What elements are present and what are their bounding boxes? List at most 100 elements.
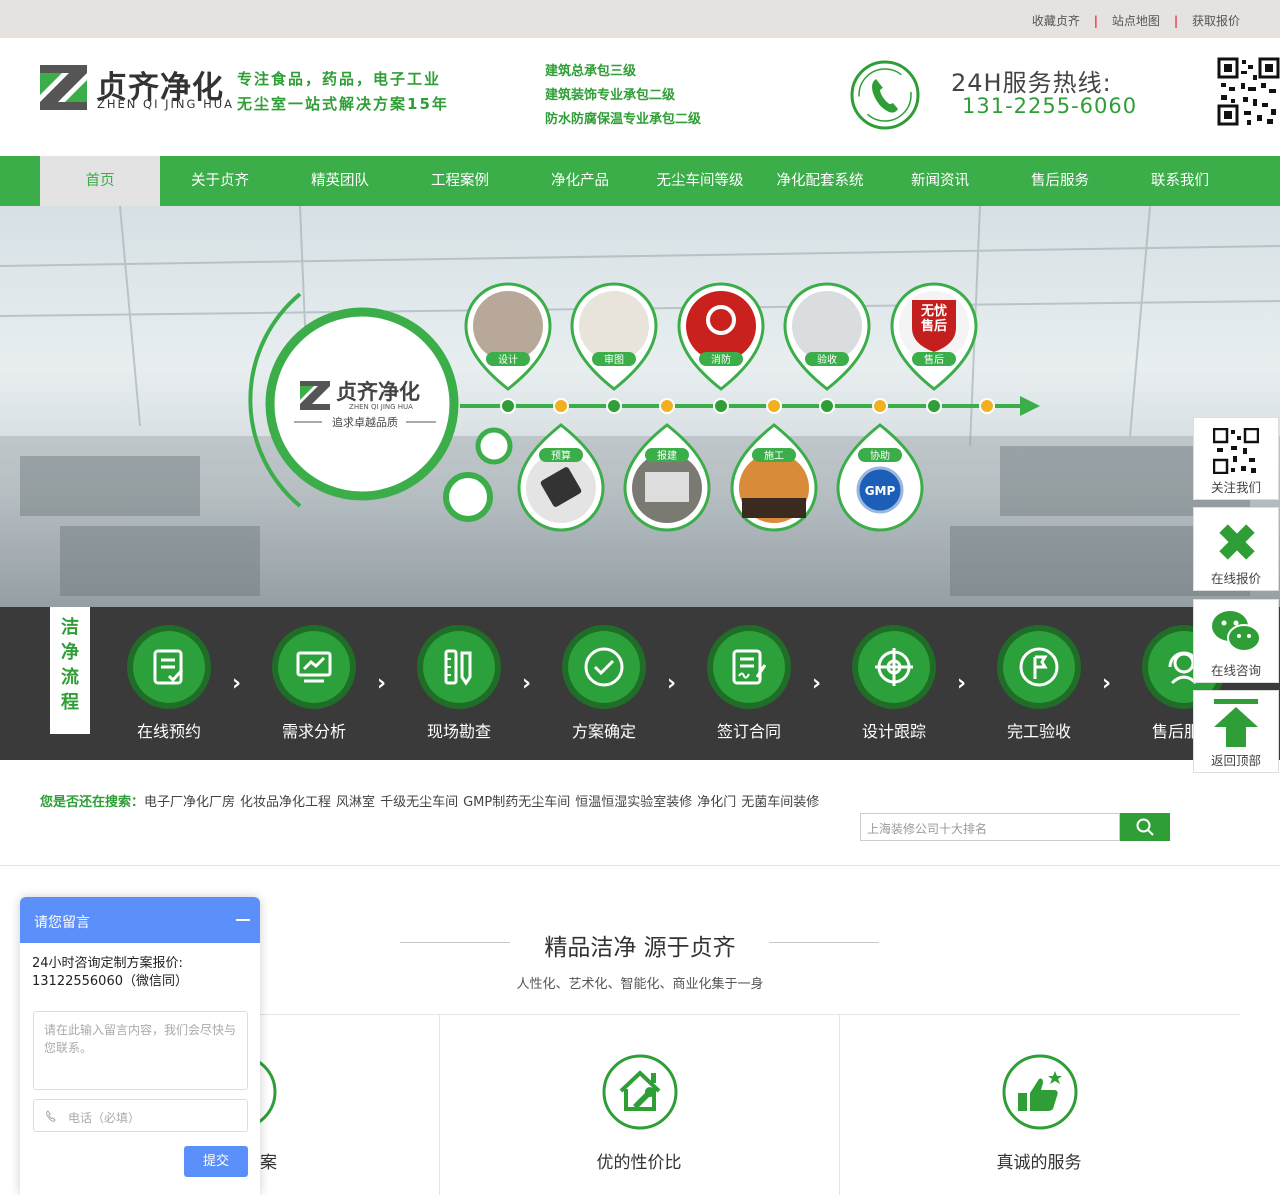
slogan-line: 无尘室一站式解决方案15年 <box>237 95 449 113</box>
feature-label: 优的性价比 <box>596 1153 682 1173</box>
chevron-right-icon: › <box>522 671 532 696</box>
pin-review: 审图 <box>570 282 658 391</box>
monitor-chart-icon <box>296 651 332 683</box>
pin-label: 施工 <box>764 449 784 462</box>
pin-label: 消防 <box>711 353 731 366</box>
search-section: 您是否还在搜索：电子厂净化厂房 化妆品净化工程 风淋室 千级无尘车间 GMP制药无尘车间… <box>0 760 1280 866</box>
banner-logo-text: 贞齐净化 <box>336 380 420 404</box>
nav-item-cases[interactable]: 工程案例 <box>400 156 520 206</box>
message-widget-text: 24小时咨询定制方案报价: 13122556060（微信同） <box>32 956 188 989</box>
pin-label: 售后 <box>924 353 944 366</box>
qualifications: 建筑总承包三级 建筑装饰专业承包二级 防水防腐保温专业承包二级 <box>545 60 701 132</box>
main-nav: 首页 关于贞齐 精英团队 工程案例 净化产品 无尘车间等级 净化配套系统 新闻资… <box>0 156 1280 206</box>
qr-code-icon <box>1212 427 1260 475</box>
sidebar-item-label: 返回顶部 <box>1210 753 1261 768</box>
pin-label: 预算 <box>551 449 571 462</box>
process-step[interactable]: 签订合同 <box>694 625 804 742</box>
keyword-link[interactable]: GMP制药无尘车间 <box>463 795 570 810</box>
keyword-link[interactable]: 恒温恒湿实验室装修 <box>575 795 692 810</box>
phone-field[interactable]: 电话（必填） <box>33 1099 248 1132</box>
nav-item-news[interactable]: 新闻资讯 <box>880 156 1000 206</box>
sidebar-back-to-top[interactable]: 返回顶部 <box>1193 690 1279 773</box>
divider <box>839 1015 840 1195</box>
phone-placeholder: 电话（必填） <box>68 1111 141 1125</box>
search-icon <box>1136 818 1154 836</box>
target-icon <box>875 648 913 686</box>
wechat-icon <box>1212 611 1261 652</box>
nav-item-systems[interactable]: 净化配套系统 <box>760 156 880 206</box>
link-sitemap[interactable]: 站点地图 <box>1112 12 1160 29</box>
process-step[interactable]: 设计跟踪 <box>839 625 949 742</box>
hotline-number: 131-2255-6060 <box>962 94 1138 118</box>
sidebar-online-quote[interactable]: 在线报价 <box>1193 507 1279 591</box>
process-step[interactable]: 方案确定 <box>549 625 659 742</box>
logo-mark-icon[interactable] <box>40 65 87 110</box>
process-step[interactable]: 完工验收 <box>984 625 1094 742</box>
process-step-label: 在线预约 <box>136 722 201 741</box>
nav-item-team[interactable]: 精英团队 <box>280 156 400 206</box>
process-step-label: 现场勘查 <box>426 722 491 741</box>
top-bar: 收藏贞齐 | 站点地图 | 获取报价 <box>0 0 1280 38</box>
qualification-item: 防水防腐保温专业承包二级 <box>545 112 702 127</box>
banner-graphic: 贞齐净化 ZHEN QI JING HUA 追求卓越品质 设计 审图 消防 验收… <box>0 206 1280 607</box>
chevron-right-icon: › <box>377 671 387 696</box>
chevron-right-icon: › <box>812 671 822 696</box>
submit-button[interactable]: 提交 <box>184 1146 248 1177</box>
hotline-title: 24H服务热线: <box>951 69 1112 97</box>
pin-label: 审图 <box>604 353 624 366</box>
chevron-right-icon: › <box>232 671 242 696</box>
sidebar-item-label: 在线报价 <box>1210 571 1261 586</box>
slogan-line: 专注食品，药品，电子工业 <box>237 70 442 88</box>
keyword-link[interactable]: 净化门 <box>697 795 736 810</box>
process-step[interactable]: 需求分析 <box>259 625 369 742</box>
link-get-quote[interactable]: 获取报价 <box>1192 12 1240 29</box>
pin-label: 设计 <box>498 353 518 366</box>
top-links: 收藏贞齐 | 站点地图 | 获取报价 <box>1032 12 1240 29</box>
nav-item-contact[interactable]: 联系我们 <box>1120 156 1240 206</box>
chevron-right-icon: › <box>667 671 677 696</box>
banner-logo-subtext: ZHEN QI JING HUA <box>349 403 413 411</box>
pin-label: 报建 <box>657 449 677 462</box>
contract-sign-icon <box>732 649 767 685</box>
logo-subtext: ZHEN QI JING HUA <box>97 97 235 111</box>
search-button[interactable] <box>1120 813 1170 841</box>
keyword-link[interactable]: 千级无尘车间 <box>380 795 458 810</box>
thumbs-up-icon <box>1002 1054 1078 1130</box>
process-step[interactable]: 现场勘查 <box>404 625 514 742</box>
sidebar-follow-us[interactable]: 关注我们 <box>1193 417 1279 500</box>
process-step-label: 方案确定 <box>571 722 636 741</box>
hero-banner[interactable]: 贞齐净化 ZHEN QI JING HUA 追求卓越品质 设计 审图 消防 验收… <box>0 206 1280 607</box>
nav-item-about[interactable]: 关于贞齐 <box>160 156 280 206</box>
process-step[interactable]: 在线预约 <box>114 625 224 742</box>
sidebar-item-label: 关注我们 <box>1210 480 1261 495</box>
ruler-pencil-icon <box>1219 524 1255 560</box>
keyword-link[interactable]: 电子厂净化厂房 <box>144 795 235 810</box>
ruler-pencil-icon <box>444 649 472 686</box>
pin-fire: 消防 <box>677 282 765 391</box>
search-prompt: 您是否还在搜索： <box>40 795 145 810</box>
process-step-label: 设计跟踪 <box>861 722 926 741</box>
arrow-up-icon <box>1214 699 1258 747</box>
link-favorite[interactable]: 收藏贞齐 <box>1032 12 1080 29</box>
search-input[interactable]: 上海装修公司十大排名 <box>860 813 1120 841</box>
nav-item-grades[interactable]: 无尘车间等级 <box>640 156 760 206</box>
nav-item-home[interactable]: 首页 <box>40 156 160 206</box>
sidebar-online-consult[interactable]: 在线咨询 <box>1193 599 1279 683</box>
keyword-link[interactable]: 风淋室 <box>336 795 375 810</box>
search-keywords: 您是否还在搜索：电子厂净化厂房 化妆品净化工程 风淋室 千级无尘车间 GMP制药无尘车间… <box>40 791 824 810</box>
divider <box>439 1015 440 1195</box>
check-circle-icon <box>584 647 624 687</box>
pin-design: 设计 <box>464 282 552 391</box>
form-icon <box>153 649 184 685</box>
feature-label: 真诚的服务 <box>996 1153 1082 1173</box>
nav-item-service[interactable]: 售后服务 <box>1000 156 1120 206</box>
flag-circle-icon <box>1019 647 1059 687</box>
message-textarea[interactable]: 请在此输入留言内容，我们会尽快与您联系。 <box>33 1011 248 1090</box>
process-step-label: 完工验收 <box>1006 722 1071 741</box>
keyword-link[interactable]: 无菌车间装修 <box>741 795 819 810</box>
nav-item-products[interactable]: 净化产品 <box>520 156 640 206</box>
message-widget-header[interactable]: 请您留言 <box>20 897 260 943</box>
minimize-icon[interactable] <box>236 919 250 921</box>
phone-icon <box>46 1110 56 1122</box>
keyword-link[interactable]: 化妆品净化工程 <box>240 795 331 810</box>
